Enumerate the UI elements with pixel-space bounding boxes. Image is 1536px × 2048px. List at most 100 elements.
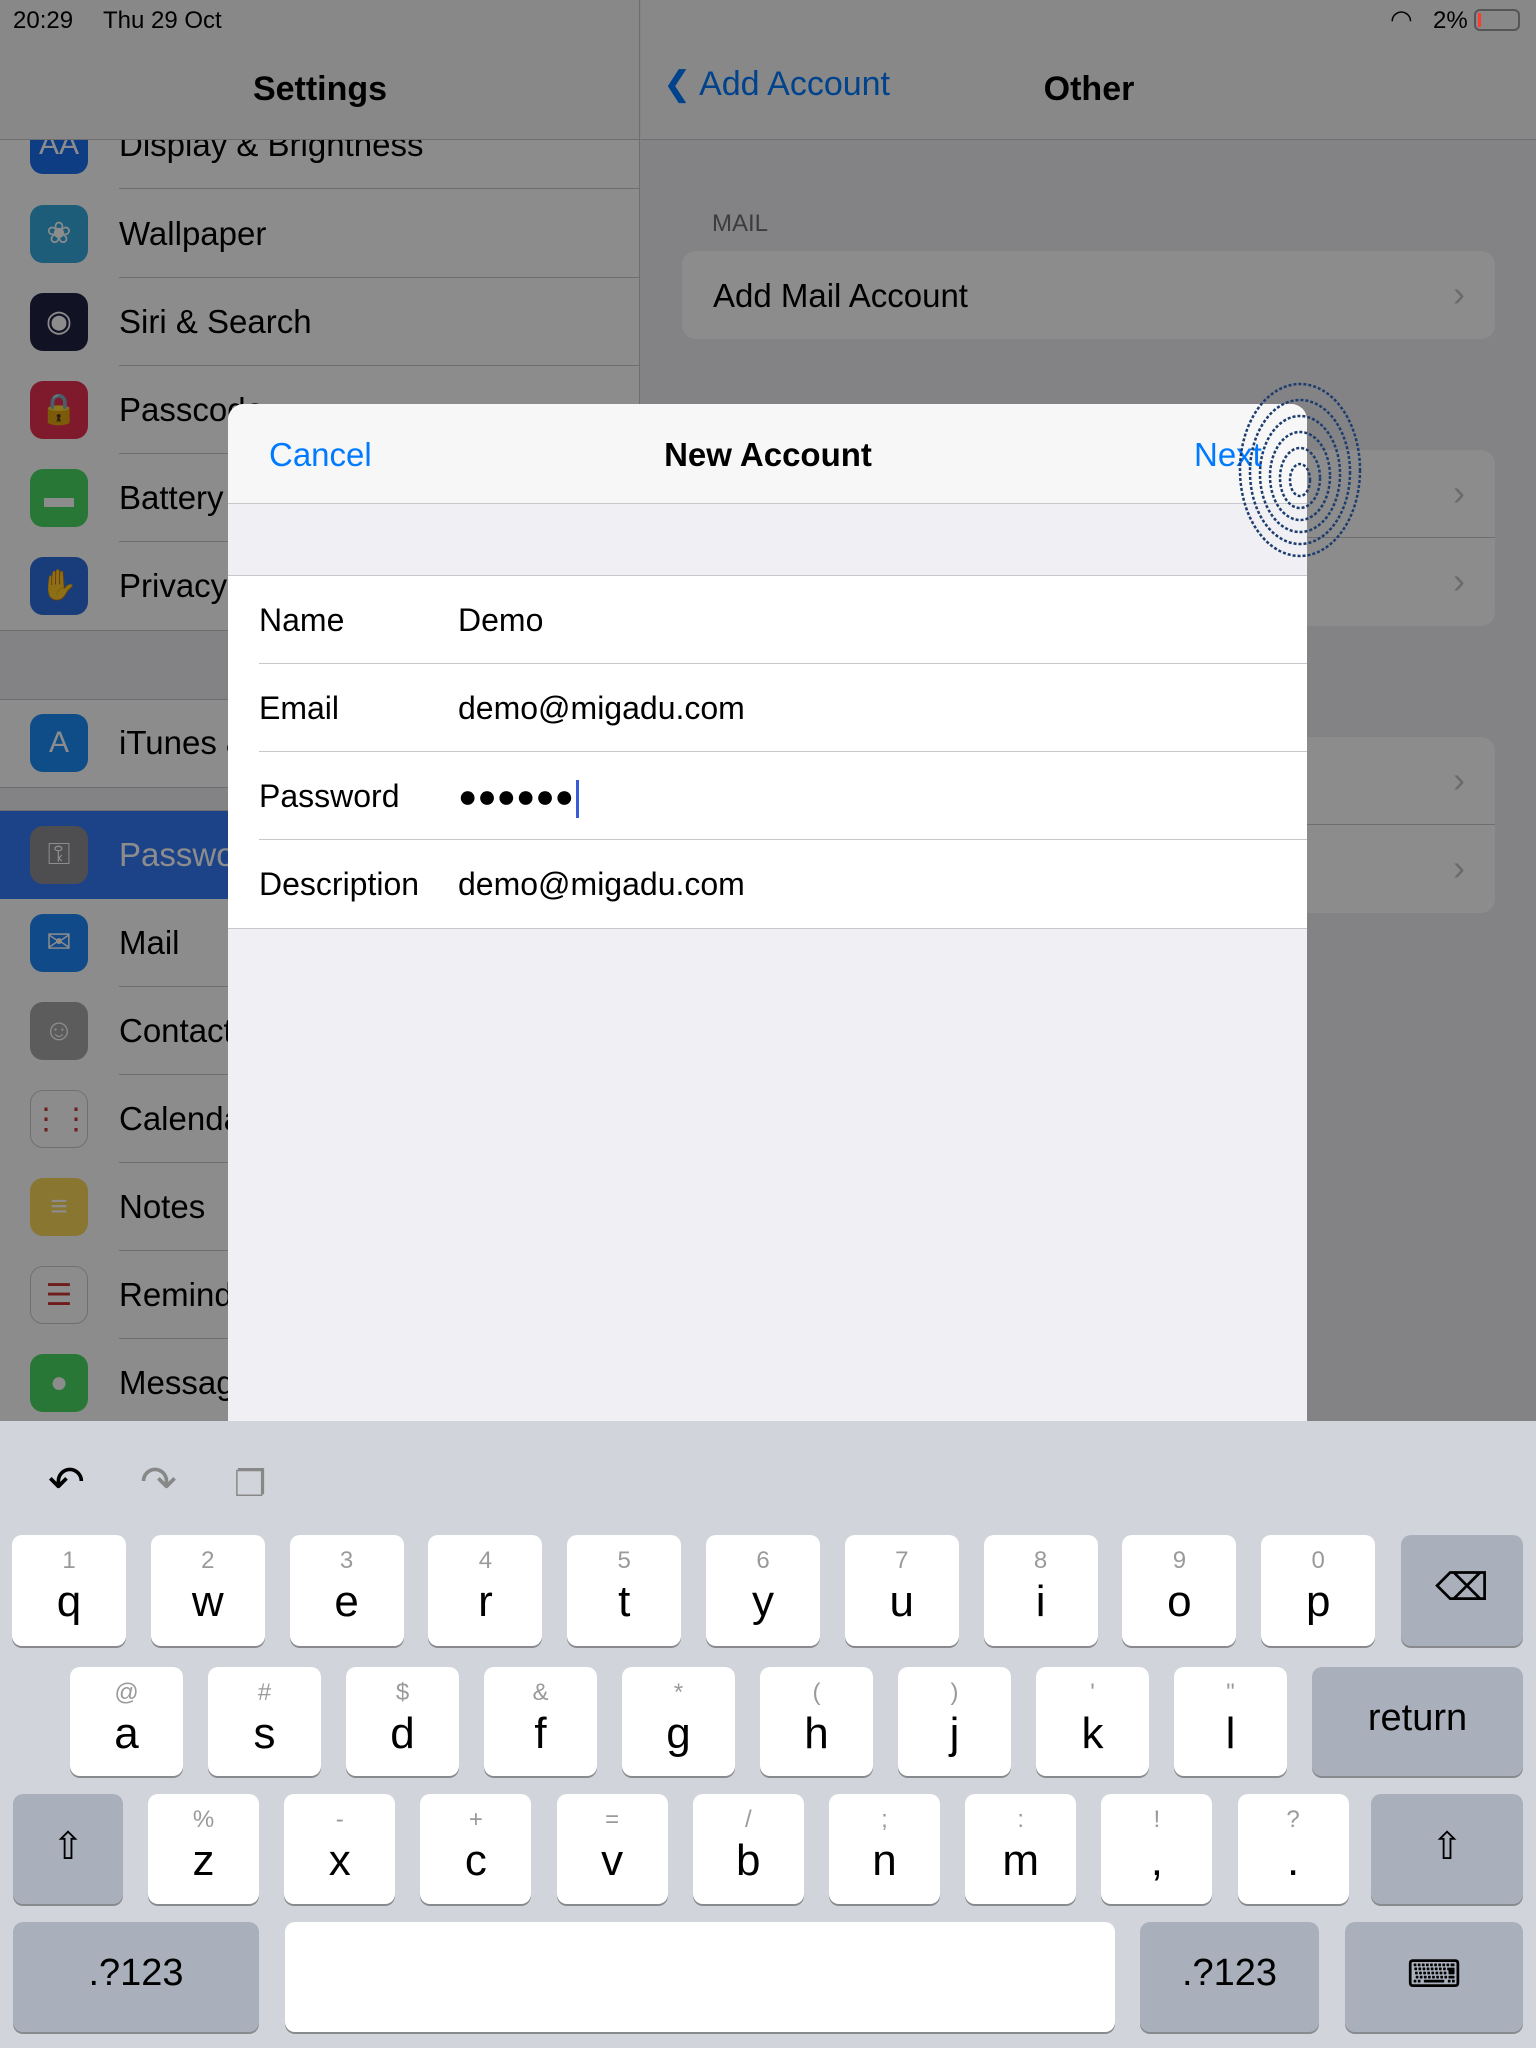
key-hint: @ xyxy=(114,1679,139,1706)
field-name[interactable]: Name Demo xyxy=(228,576,1307,664)
account-form: Name Demo Email demo@migadu.com Password ●●●●… xyxy=(228,575,1307,929)
key-hint: $ xyxy=(395,1679,410,1706)
key-hint: ) xyxy=(950,1679,959,1706)
key-x[interactable]: -x xyxy=(284,1794,396,1904)
shift-icon: ⇧ xyxy=(1431,1826,1463,1868)
key-hint: + xyxy=(468,1806,483,1833)
key-label: , xyxy=(1150,1836,1163,1885)
key-label: u xyxy=(889,1577,915,1626)
email-input[interactable]: demo@migadu.com xyxy=(458,690,745,727)
key-label: .?123 xyxy=(1181,1952,1278,1994)
field-email[interactable]: Email demo@migadu.com xyxy=(228,664,1307,752)
return-key[interactable]: return xyxy=(1312,1667,1523,1776)
key-g[interactable]: * g xyxy=(622,1667,735,1776)
key-k[interactable]: ' k xyxy=(1036,1667,1149,1776)
key-label: n xyxy=(872,1836,897,1885)
key-p[interactable]: 0p xyxy=(1261,1535,1376,1646)
field-label: Name xyxy=(259,602,345,638)
key-hint: = xyxy=(605,1806,620,1833)
space-key[interactable] xyxy=(285,1922,1115,2032)
key-hint: 7 xyxy=(895,1547,909,1574)
status-date: Thu 29 Oct xyxy=(103,7,222,34)
field-value: Demo xyxy=(458,602,544,638)
field-value: ●●●●●● xyxy=(458,778,574,814)
key-hint: # xyxy=(257,1679,272,1706)
key-d[interactable]: $ d xyxy=(346,1667,459,1776)
key-j[interactable]: ) j xyxy=(898,1667,1011,1776)
key-c[interactable]: + c xyxy=(420,1794,532,1904)
key-label: r xyxy=(478,1577,493,1626)
key-label: d xyxy=(390,1709,415,1758)
field-password[interactable]: Password ●●●●●● xyxy=(228,752,1307,840)
key-hint: 6 xyxy=(756,1547,770,1574)
key-m[interactable]: :m xyxy=(965,1794,1077,1904)
key-label: f xyxy=(534,1709,547,1758)
key-y[interactable]: 6y xyxy=(706,1535,820,1646)
key-label: h xyxy=(804,1709,829,1758)
key-l[interactable]: " l xyxy=(1174,1667,1287,1776)
undo-icon[interactable]: ↶ xyxy=(48,1457,85,1508)
status-bar: 20:29 Thu 29 Oct ◠ 2% xyxy=(0,0,1536,40)
key-label: z xyxy=(192,1836,215,1885)
delete-icon: ⌫ xyxy=(1435,1567,1489,1609)
key-q[interactable]: 1q xyxy=(12,1535,126,1646)
key-h[interactable]: (h xyxy=(760,1667,873,1776)
field-label: Description xyxy=(259,866,420,902)
status-time: 20:29 xyxy=(13,7,74,34)
key-i[interactable]: 8i xyxy=(983,1535,1098,1646)
description-input[interactable]: demo@migadu.com xyxy=(458,866,745,903)
dismiss-keyboard-key[interactable]: ⌨ xyxy=(1345,1922,1523,2032)
numbers-key-left[interactable]: .?123 xyxy=(13,1922,259,2032)
key-t[interactable]: 5t xyxy=(567,1535,682,1646)
key-label: k xyxy=(1081,1709,1104,1758)
shift-key-right[interactable]: ⇧ xyxy=(1371,1794,1523,1904)
key-hint: 5 xyxy=(617,1547,631,1574)
field-value: demo@migadu.com xyxy=(458,690,745,726)
key-a[interactable]: @ a xyxy=(70,1667,183,1776)
key-n[interactable]: ; n xyxy=(829,1794,940,1904)
key-hint: ! xyxy=(1153,1806,1161,1833)
key-label: q xyxy=(56,1577,82,1626)
key-f[interactable]: & f xyxy=(484,1667,597,1776)
text-caret xyxy=(575,779,579,818)
key-label: . xyxy=(1286,1836,1300,1885)
key-comma[interactable]: !, xyxy=(1101,1794,1213,1904)
field-value: demo@migadu.com xyxy=(458,866,745,902)
key-label: c xyxy=(464,1836,487,1885)
shift-key-left[interactable]: ⇧ xyxy=(13,1794,123,1904)
key-hint: % xyxy=(192,1806,215,1833)
numbers-key-right[interactable]: .?123 xyxy=(1140,1922,1319,2032)
key-v[interactable]: = v xyxy=(556,1794,668,1904)
key-label: s xyxy=(253,1709,276,1758)
key-w[interactable]: 2w xyxy=(150,1535,265,1646)
name-input[interactable]: Demo xyxy=(458,602,543,639)
key-label: j xyxy=(949,1709,960,1758)
key-o[interactable]: 9o xyxy=(1122,1535,1237,1646)
key-hint: 4 xyxy=(478,1547,493,1574)
key-label: t xyxy=(618,1577,631,1626)
key-hint: 2 xyxy=(201,1547,215,1574)
backspace-key[interactable]: ⌫ xyxy=(1401,1535,1523,1646)
key-b[interactable]: / b xyxy=(692,1794,804,1904)
key-hint: 8 xyxy=(1033,1547,1048,1574)
paste-icon[interactable]: ❐ xyxy=(234,1463,266,1505)
new-account-sheet: Cancel New Account Next Name Demo Email dem… xyxy=(228,404,1307,1421)
key-label: v xyxy=(601,1836,624,1885)
field-description[interactable]: Description demo@migadu.com xyxy=(228,840,1307,928)
redo-icon[interactable]: ↷ xyxy=(140,1457,177,1508)
key-hint: / xyxy=(744,1806,752,1833)
password-input[interactable]: ●●●●●● xyxy=(458,778,579,818)
key-z[interactable]: % z xyxy=(148,1794,259,1904)
key-hint: & xyxy=(532,1679,549,1706)
key-s[interactable]: # s xyxy=(208,1667,321,1776)
key-r[interactable]: 4r xyxy=(428,1535,543,1646)
shift-icon: ⇧ xyxy=(52,1826,84,1868)
key-label: i xyxy=(1035,1577,1046,1626)
key-hint: 1 xyxy=(62,1547,76,1574)
key-period[interactable]: ?. xyxy=(1237,1794,1349,1904)
key-u[interactable]: 7u xyxy=(844,1535,959,1646)
cancel-button[interactable]: Cancel xyxy=(269,436,372,474)
key-label: e xyxy=(334,1577,359,1626)
key-e[interactable]: 3e xyxy=(289,1535,404,1646)
field-label: Password xyxy=(259,778,400,814)
